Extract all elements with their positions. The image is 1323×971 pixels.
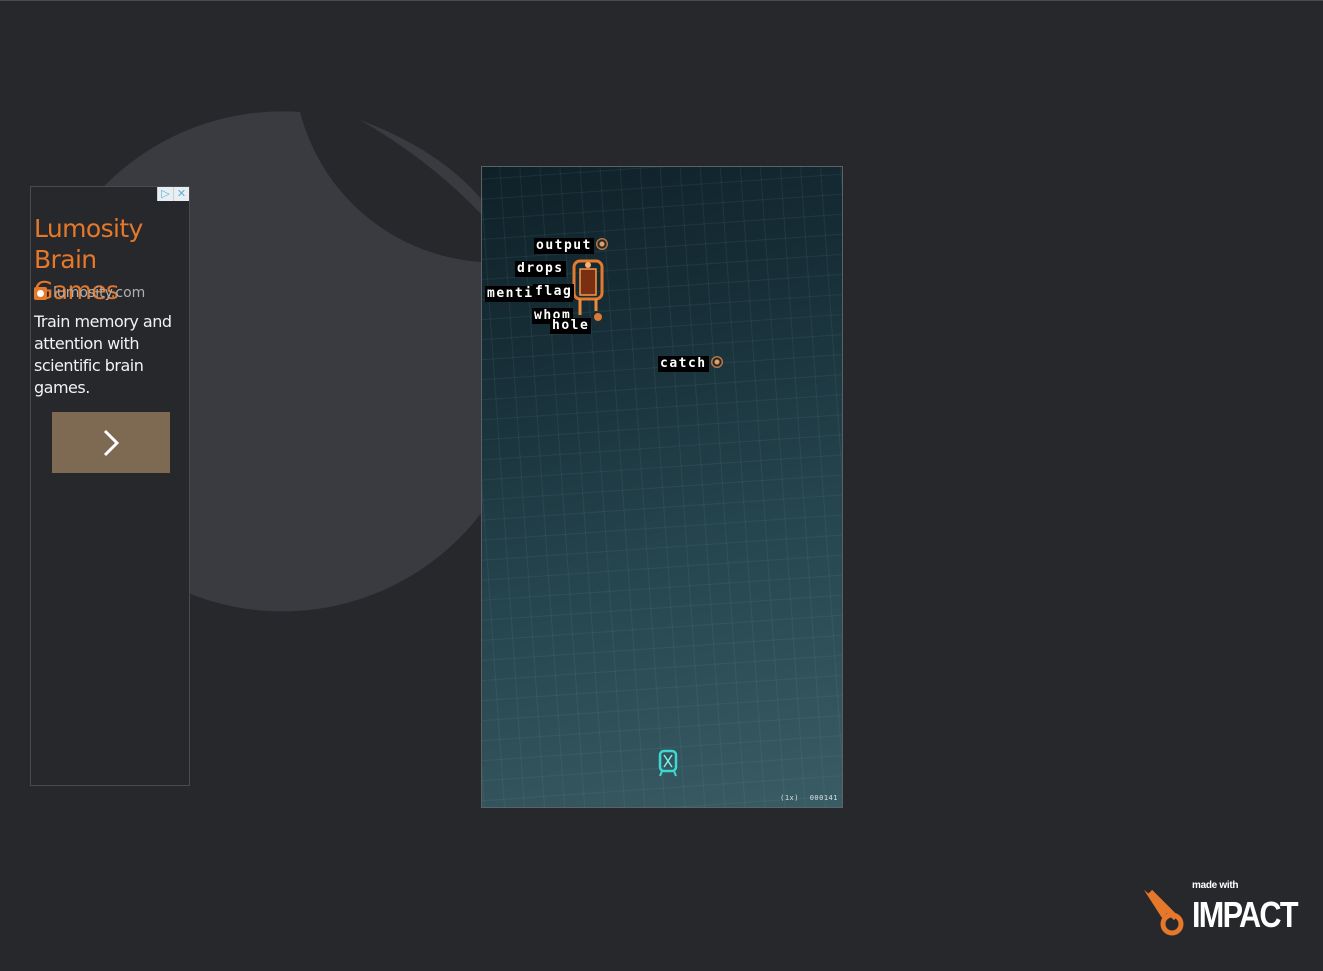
enemy-word-catch: catch	[658, 356, 709, 372]
hud: (1x) 000141	[774, 794, 838, 802]
play-triangle-icon[interactable]: ▷	[157, 187, 173, 201]
score-text: 000141	[809, 794, 838, 802]
mine-icon	[711, 356, 723, 368]
ad-source-url[interactable]: lumosity.com	[53, 285, 145, 301]
ad-source[interactable]: lumosity.com	[34, 285, 145, 301]
ad-choices[interactable]: ▷ ✕	[157, 187, 189, 201]
enemy-word-flag: flag	[533, 284, 575, 300]
enemy-word-output: output	[534, 238, 594, 254]
ad-cta-button[interactable]	[52, 412, 170, 473]
impact-name-text: IMPACT	[1192, 894, 1299, 935]
enemy-ship-cluster-icon	[572, 259, 604, 321]
favicon-icon	[34, 286, 47, 300]
ad-body: Train memory and attention with scientif…	[34, 312, 172, 397]
enemy-word-hole: hole	[550, 318, 592, 334]
chevron-right-icon	[103, 429, 120, 456]
game-canvas[interactable]: output drops mentioned flag whom hole ca…	[481, 166, 843, 808]
close-icon[interactable]: ✕	[173, 187, 189, 201]
enemy-word-drops: drops	[515, 261, 566, 277]
made-with-text: made with	[1192, 880, 1239, 891]
mine-icon	[596, 238, 608, 250]
player-ship-icon	[658, 749, 678, 777]
comet-icon	[1144, 889, 1184, 936]
multiplier-text: (1x)	[780, 794, 799, 802]
made-with-impact-logo[interactable]: made with IMPACT	[1142, 880, 1299, 940]
ad-panel[interactable]: ▷ ✕ Lumosity Brain Games lumosity.com Tr…	[30, 186, 190, 786]
